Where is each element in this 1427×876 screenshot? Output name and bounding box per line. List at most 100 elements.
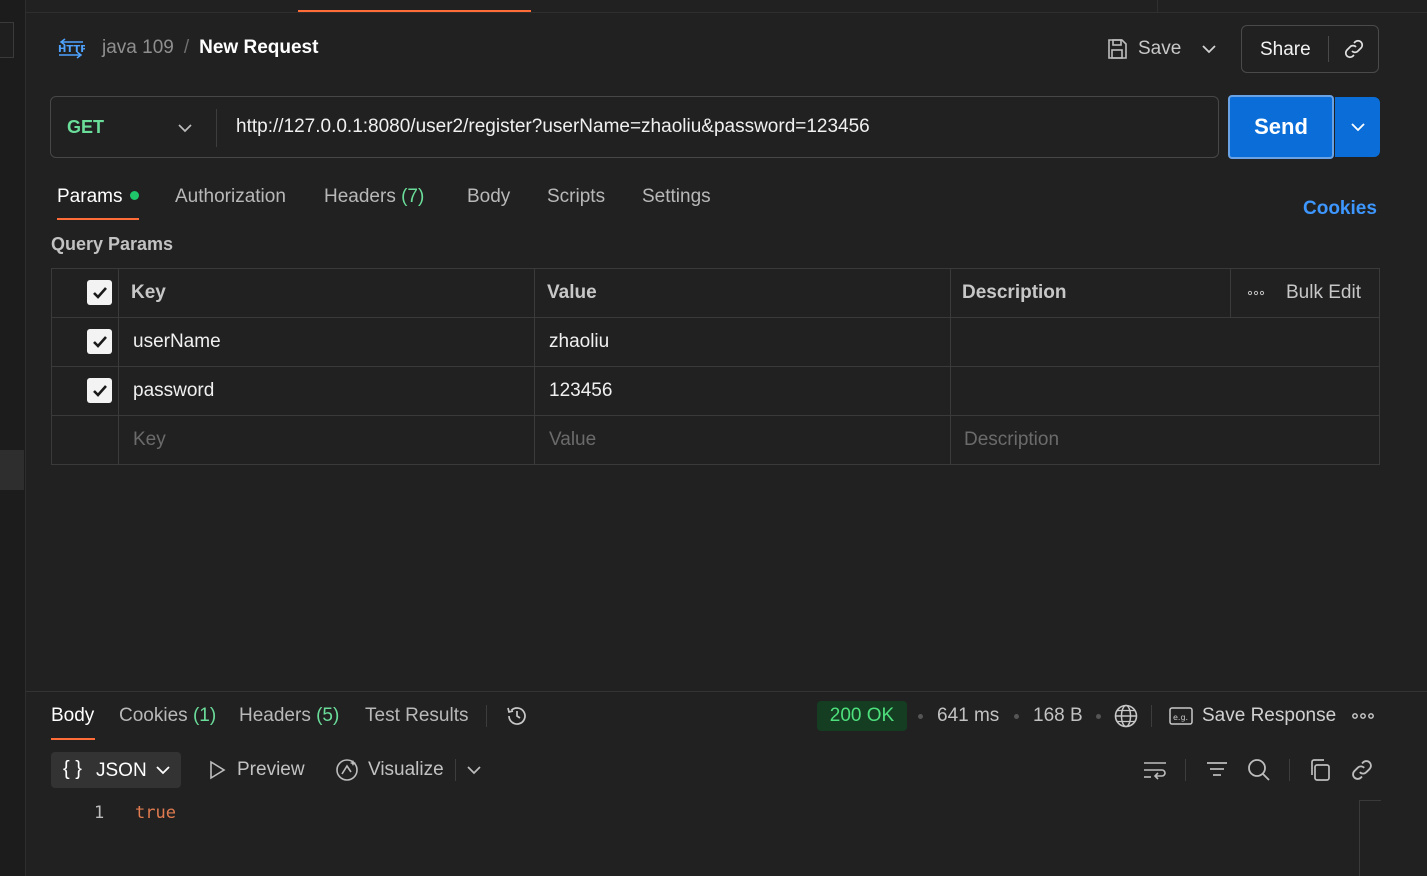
new-description-input[interactable]: Description [964, 429, 1059, 451]
search-icon[interactable] [1246, 757, 1272, 783]
example-icon[interactable]: e.g. [1168, 704, 1194, 728]
request-name[interactable]: New Request [199, 37, 318, 59]
globe-icon[interactable] [1113, 703, 1139, 729]
table-header-row: Key Value Description Bulk Edit [52, 269, 1379, 318]
send-button[interactable]: Send [1228, 95, 1334, 159]
params-active-dot [130, 191, 139, 200]
toolbar-separator [1151, 705, 1152, 727]
new-value-input[interactable]: Value [549, 429, 596, 451]
svg-text:HTTP: HTTP [58, 44, 85, 55]
tab-active-underline [57, 218, 139, 220]
left-sidebar-edge [0, 0, 26, 876]
status-badge[interactable]: 200 OK [817, 701, 907, 731]
code-line[interactable]: true [135, 803, 176, 823]
chevron-down-icon[interactable] [1198, 38, 1220, 60]
meta-separator [1096, 714, 1101, 719]
svg-text:e.g.: e.g. [1173, 713, 1188, 722]
tab-params[interactable]: Params [57, 186, 122, 208]
play-icon[interactable] [206, 759, 228, 781]
column-header-value: Value [547, 282, 597, 303]
wrap-lines-icon[interactable] [1142, 758, 1168, 782]
format-label: JSON [96, 760, 147, 781]
tab-strip [26, 0, 1427, 13]
chevron-down-icon[interactable] [176, 119, 194, 137]
response-tab-cookies-count: (1) [192, 705, 217, 726]
save-button[interactable]: Save [1105, 34, 1181, 64]
method-select[interactable]: GET [67, 117, 104, 138]
url-bar: GET http://127.0.0.1:8080/user2/register… [50, 96, 1219, 158]
table-row: userName zhaoliu [52, 318, 1379, 367]
link-icon[interactable] [1349, 757, 1375, 783]
save-label: Save [1138, 38, 1182, 59]
response-tab-headers[interactable]: Headers (5) [239, 705, 339, 727]
editor-scrollbar-top [1359, 800, 1381, 801]
sidebar-scroll-thumb[interactable] [0, 450, 24, 490]
save-response-button[interactable]: Save Response [1202, 705, 1336, 727]
response-size[interactable]: 168 B [1033, 705, 1083, 727]
more-options-icon[interactable] [1247, 282, 1265, 302]
response-divider[interactable] [26, 691, 1427, 692]
row-checkbox[interactable] [87, 378, 112, 403]
share-button-group: Share [1241, 25, 1379, 73]
copy-icon[interactable] [1307, 757, 1333, 783]
breadcrumb-separator: / [183, 37, 190, 58]
chevron-down-icon [155, 762, 171, 778]
bulk-edit-button[interactable]: Bulk Edit [1286, 282, 1361, 304]
line-number: 1 [94, 803, 105, 823]
save-icon [1105, 37, 1129, 61]
param-key[interactable]: password [133, 380, 214, 402]
active-tab-indicator [298, 10, 531, 12]
tab-headers[interactable]: Headers (7) [324, 186, 424, 208]
response-tab-cookies-label: Cookies [119, 705, 188, 726]
response-tab-cookies[interactable]: Cookies (1) [119, 705, 216, 727]
breadcrumb: java 109 / New Request [102, 37, 318, 59]
new-key-input[interactable]: Key [133, 429, 166, 451]
meta-separator [918, 714, 923, 719]
preview-button[interactable]: Preview [237, 759, 305, 781]
column-header-description: Description [962, 282, 1067, 303]
breadcrumb-collection[interactable]: java 109 [102, 37, 174, 59]
braces-icon: { } [63, 758, 82, 780]
filter-icon[interactable] [1205, 758, 1229, 782]
link-icon[interactable] [1342, 37, 1366, 61]
table-row: password 123456 [52, 367, 1379, 416]
editor-scrollbar[interactable] [1359, 800, 1360, 876]
history-icon[interactable] [505, 704, 529, 728]
tab-authorization[interactable]: Authorization [175, 186, 286, 208]
share-divider [1328, 36, 1329, 62]
more-options-icon[interactable] [1351, 707, 1375, 725]
cookies-link[interactable]: Cookies [1303, 198, 1377, 220]
param-value[interactable]: zhaoliu [549, 331, 609, 353]
toolbar-separator [486, 705, 487, 727]
chevron-down-icon[interactable] [465, 761, 483, 779]
toolbar-separator [1289, 759, 1290, 781]
send-options-button[interactable] [1335, 97, 1380, 157]
url-divider [216, 109, 217, 147]
visualize-button[interactable]: Visualize [368, 759, 444, 781]
tab-strip-divider [1157, 0, 1158, 13]
url-input[interactable]: http://127.0.0.1:8080/user2/register?use… [236, 116, 870, 138]
tab-settings[interactable]: Settings [642, 186, 711, 208]
tab-scripts[interactable]: Scripts [547, 186, 605, 208]
share-button[interactable]: Share [1260, 39, 1311, 61]
query-params-table: Key Value Description Bulk Edit userName… [51, 268, 1380, 465]
sidebar-toggle[interactable] [0, 22, 14, 58]
visualize-icon[interactable] [334, 757, 360, 783]
row-checkbox[interactable] [87, 329, 112, 354]
chevron-down-icon [1349, 118, 1367, 136]
format-select[interactable]: { } JSON [51, 752, 181, 788]
response-tab-underline [51, 738, 95, 740]
param-value[interactable]: 123456 [549, 380, 612, 402]
response-tab-test-results[interactable]: Test Results [365, 705, 468, 727]
section-title: Query Params [51, 234, 174, 254]
response-tab-headers-count: (5) [316, 705, 340, 726]
table-row-new: Key Value Description [52, 416, 1379, 465]
tab-body[interactable]: Body [467, 186, 510, 208]
meta-separator [1014, 714, 1019, 719]
param-key[interactable]: userName [133, 331, 221, 353]
http-icon: HTTP [57, 36, 85, 62]
response-tab-body[interactable]: Body [51, 705, 94, 727]
response-time[interactable]: 641 ms [937, 705, 999, 727]
tab-headers-count: (7) [401, 186, 425, 207]
select-all-checkbox[interactable] [87, 280, 112, 305]
